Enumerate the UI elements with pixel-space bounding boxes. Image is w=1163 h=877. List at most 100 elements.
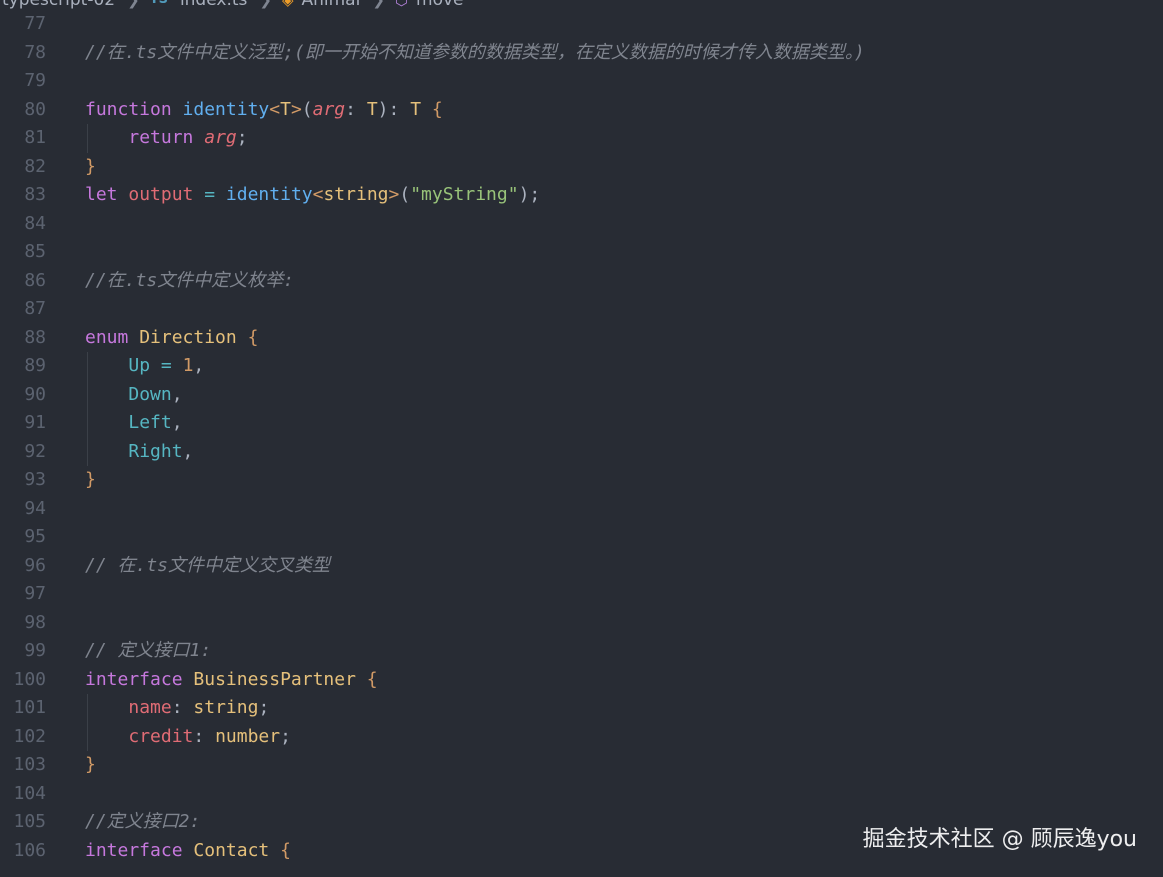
code-line[interactable]: 101 name: string; (0, 694, 1163, 723)
code-token-punc: , (182, 440, 194, 462)
code-token-punc (183, 840, 194, 861)
code-editor[interactable]: 77 78 //在.ts文件中定义泛型;(即一开始不知道参数的数据类型，在定义数据的… (0, 10, 1163, 865)
code-token-kw: function (85, 98, 172, 120)
code-token-comment: // 在.ts文件中定义交叉类型 (85, 554, 331, 576)
line-number: 78 (24, 41, 46, 63)
line-number: 80 (24, 98, 46, 120)
code-line[interactable]: 85 (0, 238, 1163, 267)
code-token-type: T (280, 98, 291, 120)
code-text: function identity<T>(arg: T): T { (85, 96, 443, 125)
line-number: 104 (13, 782, 46, 804)
code-text: // 在.ts文件中定义交叉类型 (85, 552, 330, 581)
code-line[interactable]: 89 Up = 1, (0, 352, 1163, 381)
code-token-punc: : (345, 98, 367, 120)
code-line[interactable]: 98 (0, 609, 1163, 638)
code-text: Right, (85, 438, 193, 467)
code-token-angle: < (269, 98, 281, 120)
code-line[interactable]: 87 (0, 295, 1163, 324)
code-line[interactable]: 86 //在.ts文件中定义枚举: (0, 267, 1163, 296)
line-number: 92 (24, 440, 46, 462)
code-line[interactable]: 97 (0, 580, 1163, 609)
code-line[interactable]: 81 return arg; (0, 124, 1163, 153)
code-token-member: Left (128, 412, 172, 433)
code-token-punc: ( (301, 98, 313, 120)
code-line[interactable]: 91 Left, (0, 409, 1163, 438)
code-line[interactable]: 84 (0, 210, 1163, 239)
code-token-angle: < (312, 184, 324, 205)
code-token-punc (269, 840, 280, 861)
code-token-prop: credit (128, 725, 194, 747)
code-token-punc (85, 355, 128, 376)
code-token-op: = (160, 355, 172, 376)
code-token-angle: > (388, 184, 400, 205)
line-number: 102 (13, 725, 46, 747)
code-token-comment: //在.ts文件中定义泛型;(即一开始不知道参数的数据类型，在定义数据的时候才传… (85, 41, 865, 63)
code-line[interactable]: 80 function identity<T>(arg: T): T { (0, 96, 1163, 125)
line-number: 95 (24, 526, 46, 547)
code-token-comment: //定义接口2: (85, 811, 201, 832)
code-token-punc (183, 669, 194, 690)
code-line[interactable]: 82} (0, 153, 1163, 182)
code-token-kw: interface (85, 839, 183, 861)
code-line[interactable]: 99 // 定义接口1: (0, 637, 1163, 666)
code-line[interactable]: 77 (0, 10, 1163, 39)
code-line[interactable]: 92 Right, (0, 437, 1163, 467)
code-text: enum Direction { (85, 324, 258, 353)
code-token-punc: , (171, 412, 183, 433)
code-line[interactable]: 100 interface BusinessPartner { (0, 666, 1163, 695)
code-text: Up = 1, (85, 352, 204, 381)
code-token-punc (172, 99, 183, 120)
code-token-punc (85, 726, 128, 747)
code-token-type: T (366, 98, 378, 120)
line-number: 87 (24, 298, 46, 319)
code-line[interactable]: 79 (0, 67, 1163, 96)
line-number: 105 (13, 811, 46, 832)
code-text: interface BusinessPartner { (85, 666, 378, 695)
code-line[interactable]: 102 credit: number; (0, 722, 1163, 751)
line-number: 79 (24, 70, 46, 91)
code-line[interactable]: 88 enum Direction { (0, 324, 1163, 353)
code-line[interactable]: 94 (0, 495, 1163, 524)
code-token-punc (237, 327, 248, 348)
line-number: 85 (24, 241, 46, 262)
code-token-punc (85, 412, 128, 433)
code-token-punc (85, 127, 128, 148)
code-token-punc (193, 184, 204, 205)
code-text: } (85, 466, 96, 495)
code-line[interactable]: 78 //在.ts文件中定义泛型;(即一开始不知道参数的数据类型，在定义数据的时候… (0, 39, 1163, 68)
code-token-punc: ); (518, 184, 541, 205)
code-token-op: = (204, 184, 216, 205)
code-token-param: arg (204, 127, 237, 148)
line-number: 88 (24, 326, 46, 348)
code-text: // 定义接口1: (85, 637, 211, 666)
line-number: 81 (24, 127, 46, 148)
code-line[interactable]: 104 (0, 780, 1163, 809)
code-token-type: string (323, 184, 389, 205)
code-line[interactable]: 90 Down, (0, 380, 1163, 409)
code-token-comment: // 定义接口1: (85, 640, 212, 661)
code-token-type: string (193, 697, 259, 718)
code-token-var: output (128, 184, 194, 205)
line-number: 98 (24, 611, 46, 633)
code-line[interactable]: 93} (0, 466, 1163, 495)
code-token-brace: { (280, 839, 291, 861)
code-token-punc (118, 184, 129, 205)
code-token-punc: ; (280, 725, 291, 747)
line-number: 90 (24, 383, 46, 405)
code-line[interactable]: 95 (0, 523, 1163, 552)
line-number: 77 (24, 13, 46, 34)
code-token-punc (85, 697, 128, 718)
line-number: 84 (24, 212, 46, 234)
code-token-punc: ; (258, 697, 270, 718)
code-token-brace: } (85, 754, 96, 775)
code-line[interactable]: 103} (0, 751, 1163, 780)
code-line[interactable]: 83 let output = identity<string>("myStrin… (0, 181, 1163, 210)
line-number: 99 (24, 640, 46, 661)
line-number: 101 (13, 697, 46, 718)
code-token-punc: : (171, 697, 194, 718)
code-token-fn: identity (182, 98, 270, 120)
code-line[interactable]: 96 // 在.ts文件中定义交叉类型 (0, 552, 1163, 581)
line-number: 94 (24, 497, 46, 519)
code-token-kw: return (128, 127, 194, 148)
code-token-comment: //在.ts文件中定义枚举: (85, 269, 295, 291)
